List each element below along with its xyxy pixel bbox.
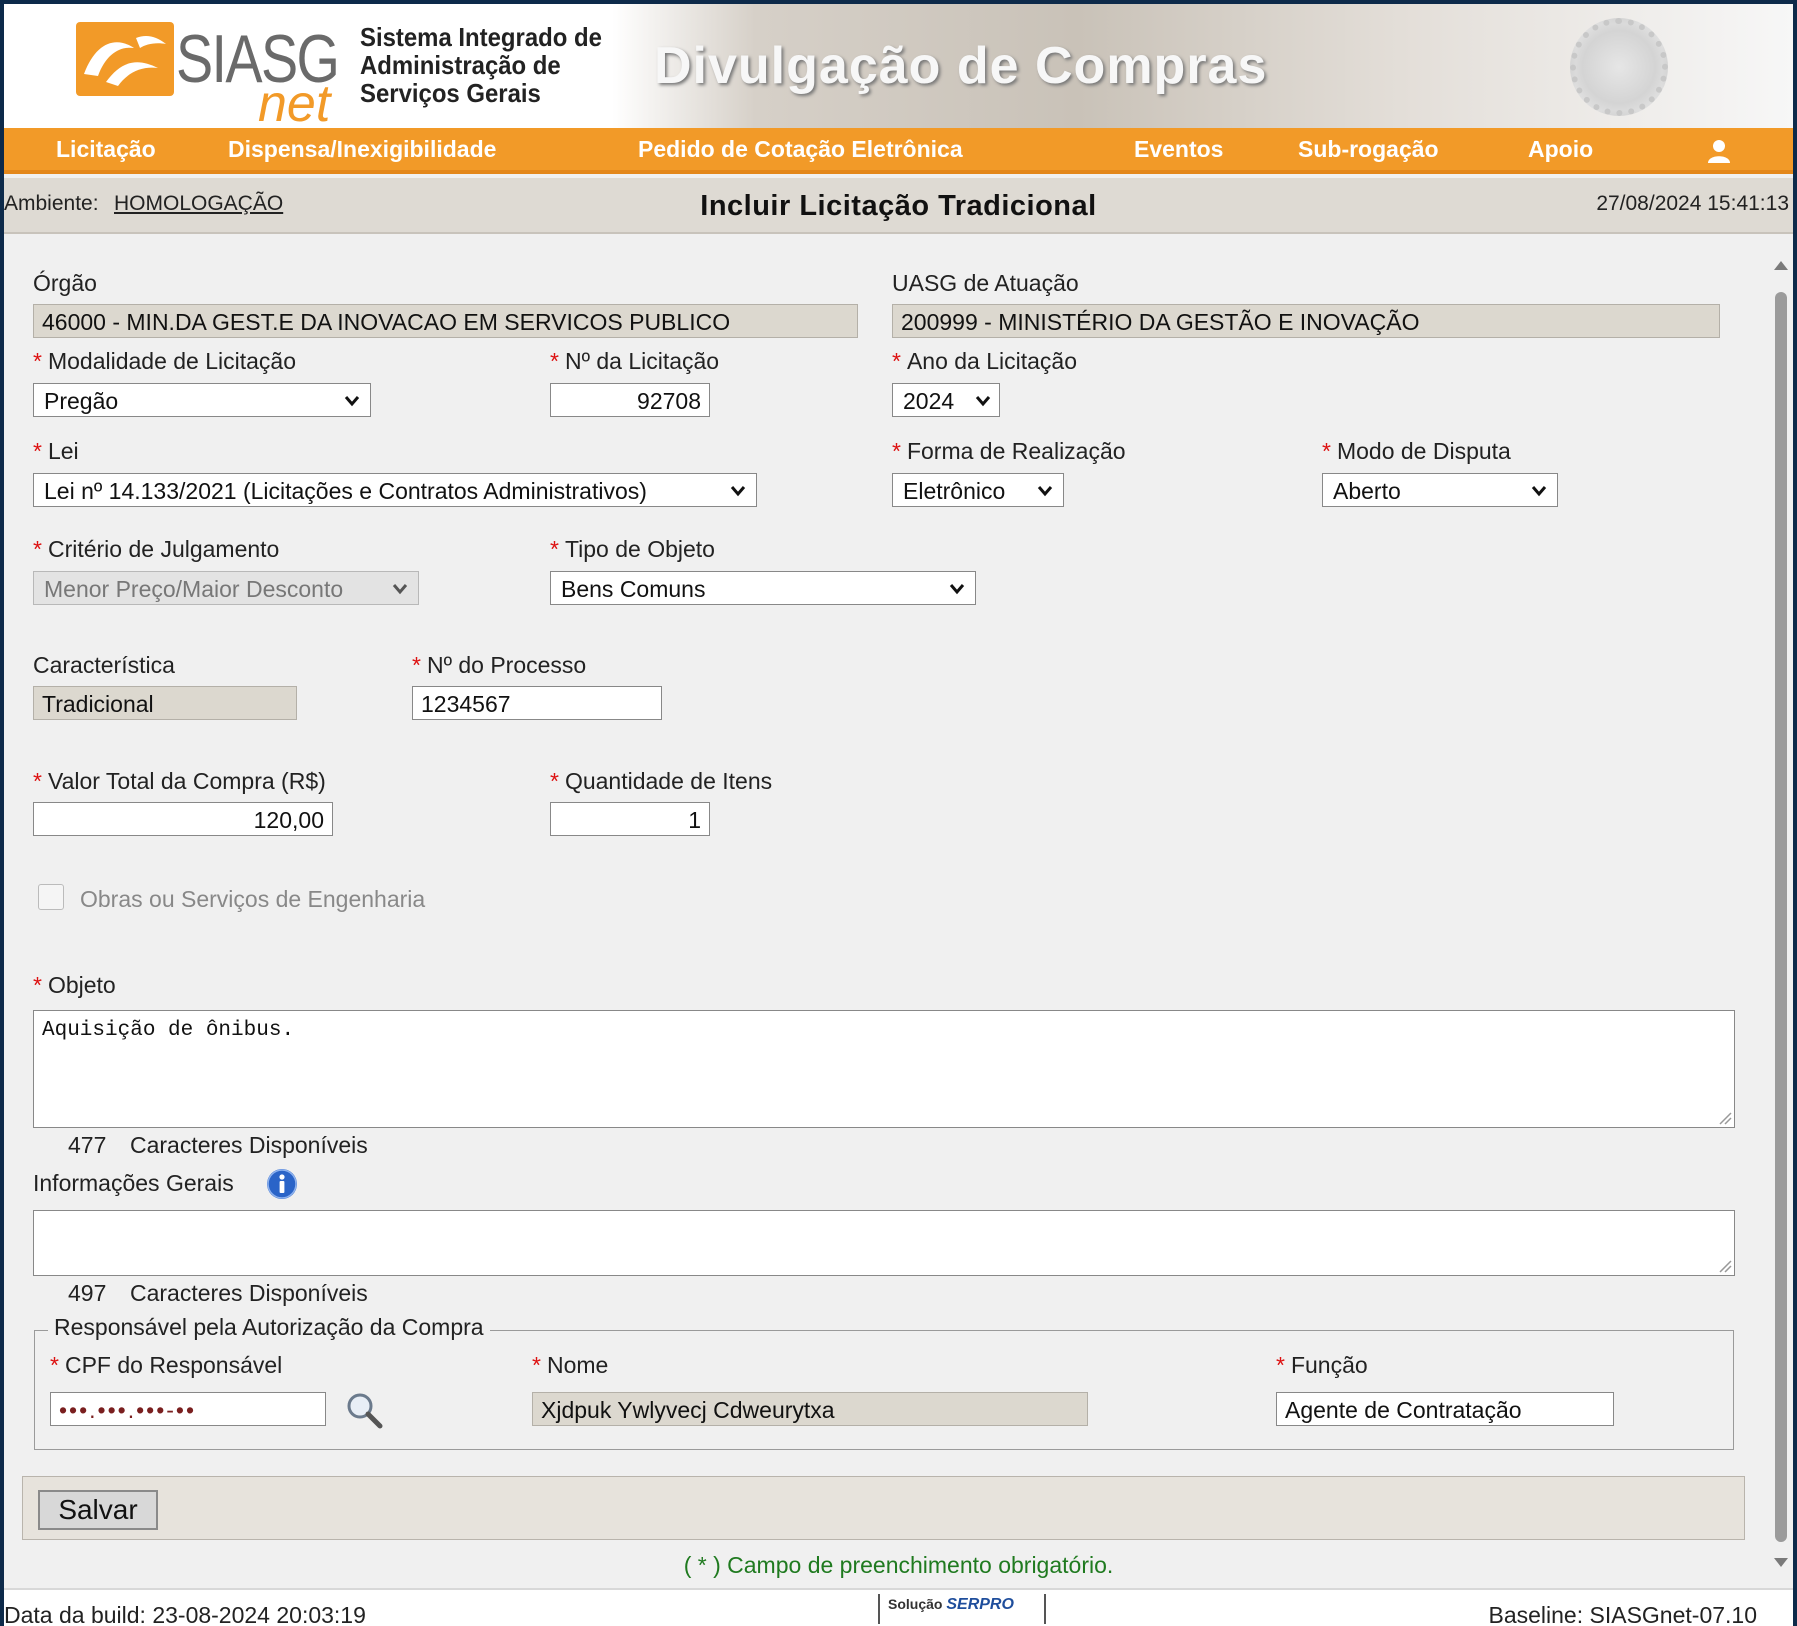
siasg-logo-icon — [76, 22, 174, 96]
info-gerais-textarea[interactable] — [33, 1210, 1735, 1276]
chevron-down-icon — [1037, 486, 1053, 497]
cpf-input[interactable]: •••.•••.•••-•• — [50, 1392, 326, 1426]
serpro-logo: Solução SERPRO — [878, 1594, 1046, 1624]
objeto-textarea[interactable]: Aquisição de ônibus. — [33, 1010, 1735, 1128]
orgao-label: Órgão — [33, 270, 97, 296]
nome-field: Xjdpuk Ywlyvecj Cdweurytxa — [532, 1392, 1088, 1426]
criterio-select: Menor Preço/Maior Desconto — [33, 571, 419, 605]
scroll-down-arrow-icon[interactable] — [1772, 1556, 1790, 1570]
nav-item-pedido-cotacao[interactable]: Pedido de Cotação Eletrônica — [638, 136, 963, 163]
processo-label: * Nº do Processo — [412, 652, 587, 678]
nav-item-eventos[interactable]: Eventos — [1134, 136, 1223, 163]
processo-input[interactable]: 1234567 — [412, 686, 662, 720]
quantidade-input[interactable]: 1 — [550, 802, 710, 836]
lei-label: * Lei — [33, 438, 79, 464]
app-window: SIASG net Sistema Integrado de Administr… — [4, 4, 1793, 1626]
obras-label: Obras ou Serviços de Engenharia — [80, 886, 426, 912]
modalidade-select[interactable]: Pregão — [33, 383, 371, 417]
responsavel-legend: Responsável pela Autorização da Compra — [48, 1314, 490, 1341]
resize-grip-icon[interactable] — [1718, 1259, 1732, 1273]
page-title: Incluir Licitação Tradicional — [700, 190, 1097, 222]
objeto-char-count: 477 — [68, 1132, 107, 1158]
responsavel-fieldset — [34, 1330, 1734, 1450]
datetime: 27/08/2024 15:41:13 — [1596, 192, 1789, 215]
uasg-field: 200999 - MINISTÉRIO DA GESTÃO E INOVAÇÃO — [892, 304, 1720, 338]
obras-checkbox — [38, 884, 64, 910]
action-bar — [22, 1476, 1745, 1540]
logo-net-text: net — [258, 75, 331, 133]
chevron-down-icon — [1531, 486, 1547, 497]
scrollbar-thumb[interactable] — [1775, 292, 1787, 1542]
valor-total-input[interactable]: 120,00 — [33, 802, 333, 836]
build-date: Data da build: 23-08-2024 20:03:19 — [4, 1602, 366, 1626]
forma-label: * Forma de Realização — [892, 438, 1126, 464]
title-bar: Ambiente: HOMOLOGAÇÃO Incluir Licitação … — [4, 178, 1793, 234]
criterio-label: * Critério de Julgamento — [33, 536, 280, 562]
funcao-label: * Função — [1276, 1352, 1368, 1378]
header-banner: SIASG net Sistema Integrado de Administr… — [4, 4, 1793, 133]
funcao-input[interactable]: Agente de Contratação — [1276, 1392, 1614, 1426]
objeto-char-count-label: Caracteres Disponíveis — [130, 1132, 368, 1158]
save-button[interactable]: Salvar — [38, 1490, 158, 1530]
nome-label: * Nome — [532, 1352, 609, 1378]
modalidade-label: * Modalidade de Licitação — [33, 348, 297, 374]
forma-select[interactable]: Eletrônico — [892, 473, 1064, 507]
modo-label: * Modo de Disputa — [1322, 438, 1511, 464]
nav-item-dispensa[interactable]: Dispensa/Inexigibilidade — [228, 136, 496, 163]
modo-select[interactable]: Aberto — [1322, 473, 1558, 507]
info-icon[interactable] — [266, 1168, 298, 1200]
scroll-up-arrow-icon[interactable] — [1772, 258, 1790, 272]
chevron-down-icon — [949, 584, 965, 595]
footer: Data da build: 23-08-2024 20:03:19 Soluç… — [4, 1588, 1793, 1626]
nav-item-licitacao[interactable]: Licitação — [56, 136, 156, 163]
valor-total-label: * Valor Total da Compra (R$) — [33, 768, 326, 794]
caracteristica-label: Característica — [33, 652, 175, 678]
cpf-label: * CPF do Responsável — [50, 1352, 283, 1378]
uasg-label: UASG de Atuação — [892, 270, 1079, 296]
solucao-text: Solução — [888, 1596, 943, 1612]
nav-item-sub-rogacao[interactable]: Sub-rogação — [1298, 136, 1439, 163]
user-icon[interactable] — [1706, 138, 1732, 164]
caracteristica-field: Tradicional — [33, 686, 297, 720]
coat-of-arms-icon — [1570, 18, 1668, 116]
banner-title: Divulgação de Compras — [654, 37, 1268, 95]
chevron-down-icon — [392, 584, 408, 595]
lei-select[interactable]: Lei nº 14.133/2021 (Licitações e Contrat… — [33, 473, 757, 507]
chevron-down-icon — [344, 396, 360, 407]
serpro-brand: SERPRO — [946, 1596, 1014, 1613]
vertical-scrollbar[interactable] — [1770, 252, 1792, 1576]
objeto-label: * Objeto — [33, 972, 116, 998]
system-name-line: Administração de — [360, 50, 561, 80]
main-nav: Licitação Dispensa/Inexigibilidade Pedid… — [4, 128, 1793, 174]
system-name-line: Sistema Integrado de — [360, 22, 602, 52]
info-gerais-label: Informações Gerais — [33, 1170, 234, 1196]
search-icon[interactable] — [344, 1390, 384, 1430]
ano-label: * Ano da Licitação — [892, 348, 1078, 374]
system-name-line: Serviços Gerais — [360, 78, 541, 108]
baseline-version: Baseline: SIASGnet-07.10 — [1488, 1602, 1758, 1626]
numero-label: * Nº da Licitação — [550, 348, 720, 374]
orgao-field: 46000 - MIN.DA GEST.E DA INOVACAO EM SER… — [33, 304, 858, 338]
quantidade-label: * Quantidade de Itens — [550, 768, 773, 794]
numero-input[interactable]: 92708 — [550, 383, 710, 417]
chevron-down-icon — [730, 486, 746, 497]
required-fields-note: ( * ) Campo de preenchimento obrigatório… — [683, 1552, 1114, 1578]
tipo-objeto-select[interactable]: Bens Comuns — [550, 571, 976, 605]
resize-grip-icon[interactable] — [1718, 1111, 1732, 1125]
info-gerais-char-count: 497 — [68, 1280, 107, 1306]
nav-item-apoio[interactable]: Apoio — [1528, 136, 1593, 163]
form-area: Órgão 46000 - MIN.DA GEST.E DA INOVACAO … — [4, 248, 1764, 1578]
ano-select[interactable]: 2024 — [892, 383, 1000, 417]
chevron-down-icon — [975, 396, 991, 407]
tipo-objeto-label: * Tipo de Objeto — [550, 536, 715, 562]
info-gerais-char-count-label: Caracteres Disponíveis — [130, 1280, 368, 1306]
